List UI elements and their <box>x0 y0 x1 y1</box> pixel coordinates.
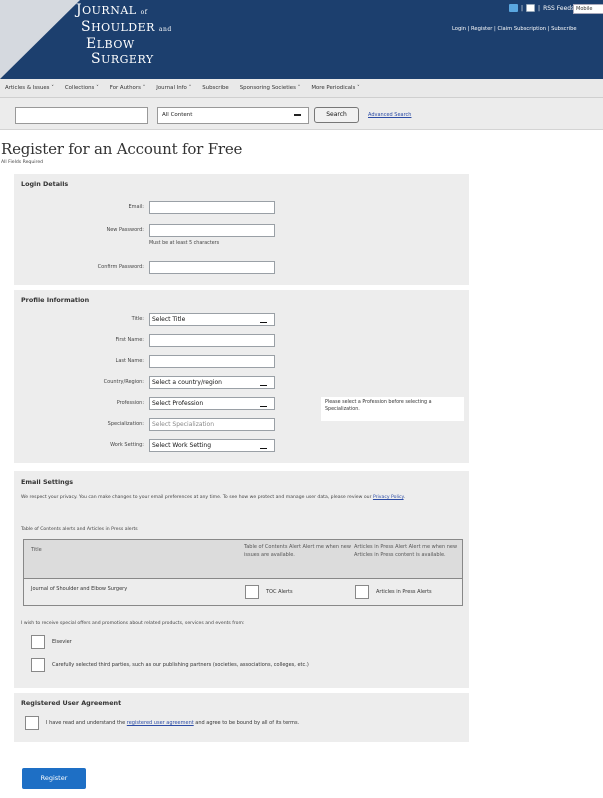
search-bar: All Content Search Advanced Search <box>0 98 603 130</box>
section-heading: Registered User Agreement <box>21 699 122 707</box>
column-toc-alert: Table of Contents Alert Alert me when ne… <box>244 544 351 558</box>
elsevier-checkbox[interactable] <box>31 635 45 649</box>
email-settings-section: Email Settings We respect your privacy. … <box>14 471 469 688</box>
first-name-label: First Name: <box>115 337 144 343</box>
title-label: Title: <box>131 316 144 322</box>
agreement-checkbox[interactable] <box>25 716 39 730</box>
rss-feeds-link[interactable]: RSS Feeds <box>543 5 574 12</box>
search-button[interactable]: Search <box>314 107 359 123</box>
nav-for-authors[interactable]: For Authors ˅ <box>110 85 146 91</box>
aip-alert-label: Articles in Press Alerts <box>376 589 432 595</box>
password-hint: Must be at least 5 characters <box>149 241 220 246</box>
nav-subscribe[interactable]: Subscribe <box>202 85 229 91</box>
title-select[interactable]: Select Title <box>149 313 275 326</box>
password-field[interactable] <box>149 224 275 237</box>
section-heading: Profile Information <box>21 296 90 304</box>
section-heading: Login Details <box>21 180 69 188</box>
column-aip-alert: Articles in Press Alert Alert me when ne… <box>354 544 458 558</box>
column-title: Title <box>31 547 42 553</box>
country-label: Country/Region: <box>103 379 144 385</box>
account-links[interactable]: Login | Register | Claim Subscription | … <box>452 26 577 32</box>
chevron-down-icon <box>260 322 267 323</box>
email-label: Email: <box>128 204 144 210</box>
country-select[interactable]: Select a country/region <box>149 376 275 389</box>
login-details-section: Login Details Email: New Password: Must … <box>14 174 469 285</box>
facebook-icon[interactable] <box>526 4 536 12</box>
alerts-table-header: Title Table of Contents Alert Alert me w… <box>24 540 462 579</box>
privacy-policy-link[interactable]: Privacy Policy <box>373 495 404 500</box>
third-party-checkbox[interactable] <box>31 658 45 672</box>
nav-collections[interactable]: Collections ˅ <box>65 85 99 91</box>
chevron-down-icon <box>260 448 267 449</box>
confirm-password-field[interactable] <box>149 261 275 274</box>
user-agreement-link[interactable]: registered user agreement <box>127 720 194 726</box>
last-name-label: Last Name: <box>115 358 144 364</box>
third-party-label: Carefully selected third parties, such a… <box>52 662 309 668</box>
journal-logo[interactable]: JOURNAL of SHOULDER and ELBOW SURGERY <box>66 3 172 67</box>
confirm-password-label: Confirm Password: <box>97 264 144 270</box>
mobile-button[interactable]: Mobile <box>573 4 603 14</box>
profession-label: Profession: <box>116 400 144 406</box>
password-label: New Password: <box>106 227 144 233</box>
last-name-field[interactable] <box>149 355 275 368</box>
agreement-section: Registered User Agreement I have read an… <box>14 693 469 742</box>
work-setting-label: Work Setting: <box>110 442 144 448</box>
work-setting-select[interactable]: Select Work Setting <box>149 439 275 452</box>
page-title: Register for an Account for Free <box>1 140 243 158</box>
alerts-table: Title Table of Contents Alert Alert me w… <box>23 539 463 606</box>
profile-section: Profile Information Title: Select Title … <box>14 290 469 463</box>
privacy-text: We respect your privacy. You can make ch… <box>21 495 406 500</box>
toc-alert-checkbox[interactable] <box>245 585 259 599</box>
aip-alert-checkbox[interactable] <box>355 585 369 599</box>
toc-alert-label: TOC Alerts <box>266 589 293 595</box>
nav-more-periodicals[interactable]: More Periodicals ˅ <box>311 85 359 91</box>
first-name-field[interactable] <box>149 334 275 347</box>
elsevier-label: Elsevier <box>52 639 72 645</box>
nav-sponsoring-societies[interactable]: Sponsoring Societies ˅ <box>240 85 301 91</box>
specialization-label: Specialization: <box>107 421 144 427</box>
profession-select[interactable]: Select Profession <box>149 397 275 410</box>
site-header: JOURNAL of SHOULDER and ELBOW SURGERY | … <box>0 0 603 79</box>
section-heading: Email Settings <box>21 478 74 486</box>
register-button[interactable]: Register <box>22 768 86 789</box>
main-nav: Articles & Issues ˅ Collections ˅ For Au… <box>0 79 603 98</box>
email-field[interactable] <box>149 201 275 214</box>
agreement-text: I have read and understand the registere… <box>46 720 300 726</box>
chevron-down-icon <box>260 385 267 386</box>
required-note: All Fields Required <box>1 160 44 165</box>
nav-journal-info[interactable]: Journal Info ˅ <box>156 85 191 91</box>
chevron-down-icon <box>260 406 267 407</box>
journal-name: Journal of Shoulder and Elbow Surgery <box>31 586 128 592</box>
specialization-select[interactable]: Select Specialization <box>149 418 275 431</box>
chevron-down-icon <box>294 114 301 116</box>
profession-note: Please select a Profession before select… <box>321 397 464 421</box>
advanced-search-link[interactable]: Advanced Search <box>368 112 411 118</box>
twitter-icon[interactable] <box>509 4 518 12</box>
search-input[interactable] <box>15 107 148 124</box>
search-scope-select[interactable]: All Content <box>157 107 309 124</box>
toc-intro: Table of Contents alerts and Articles in… <box>21 527 138 532</box>
promo-text: I wish to receive special offers and pro… <box>21 621 245 626</box>
nav-articles-issues[interactable]: Articles & Issues ˅ <box>5 85 54 91</box>
